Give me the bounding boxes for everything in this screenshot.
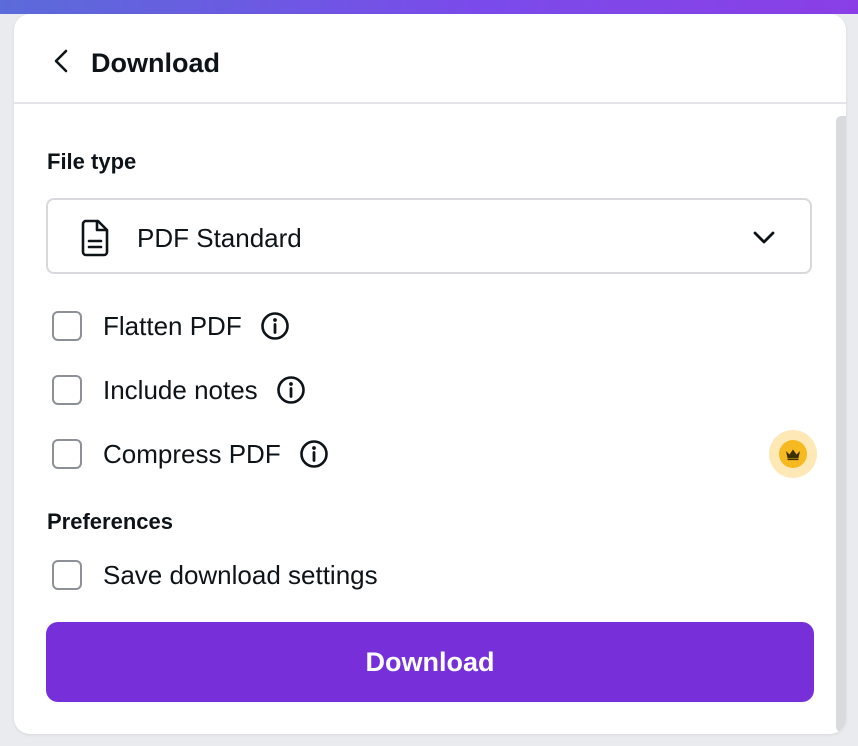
- file-type-select[interactable]: PDF Standard: [46, 198, 812, 274]
- include-notes-label: Include notes: [103, 375, 258, 405]
- crown-icon: [779, 440, 807, 468]
- option-save-download-settings: Save download settings: [52, 555, 378, 595]
- panel-header: Download: [14, 14, 846, 104]
- compress-pdf-checkbox[interactable]: [52, 439, 82, 469]
- save-settings-label: Save download settings: [103, 560, 378, 590]
- file-type-value: PDF Standard: [137, 223, 302, 253]
- download-button[interactable]: Download: [46, 622, 814, 702]
- option-include-notes: Include notes: [52, 370, 306, 410]
- preferences-label: Preferences: [47, 509, 173, 534]
- pro-crown-badge: [769, 430, 817, 478]
- document-icon: [81, 219, 109, 257]
- info-icon[interactable]: [260, 311, 290, 341]
- flatten-pdf-label: Flatten PDF: [103, 311, 242, 341]
- info-icon[interactable]: [276, 375, 306, 405]
- option-flatten-pdf: Flatten PDF: [52, 306, 290, 346]
- panel-title: Download: [91, 48, 220, 78]
- info-icon[interactable]: [299, 439, 329, 469]
- include-notes-checkbox[interactable]: [52, 375, 82, 405]
- download-panel: Download File type PDF Standard Flatten …: [14, 14, 846, 734]
- file-type-label: File type: [47, 149, 137, 174]
- chevron-down-icon: [753, 231, 775, 244]
- flatten-pdf-checkbox[interactable]: [52, 311, 82, 341]
- back-button[interactable]: [50, 46, 72, 76]
- scrollbar[interactable]: [836, 116, 846, 732]
- option-compress-pdf: Compress PDF: [52, 434, 329, 474]
- save-settings-checkbox[interactable]: [52, 560, 82, 590]
- compress-pdf-label: Compress PDF: [103, 439, 281, 469]
- chevron-left-icon: [54, 49, 68, 73]
